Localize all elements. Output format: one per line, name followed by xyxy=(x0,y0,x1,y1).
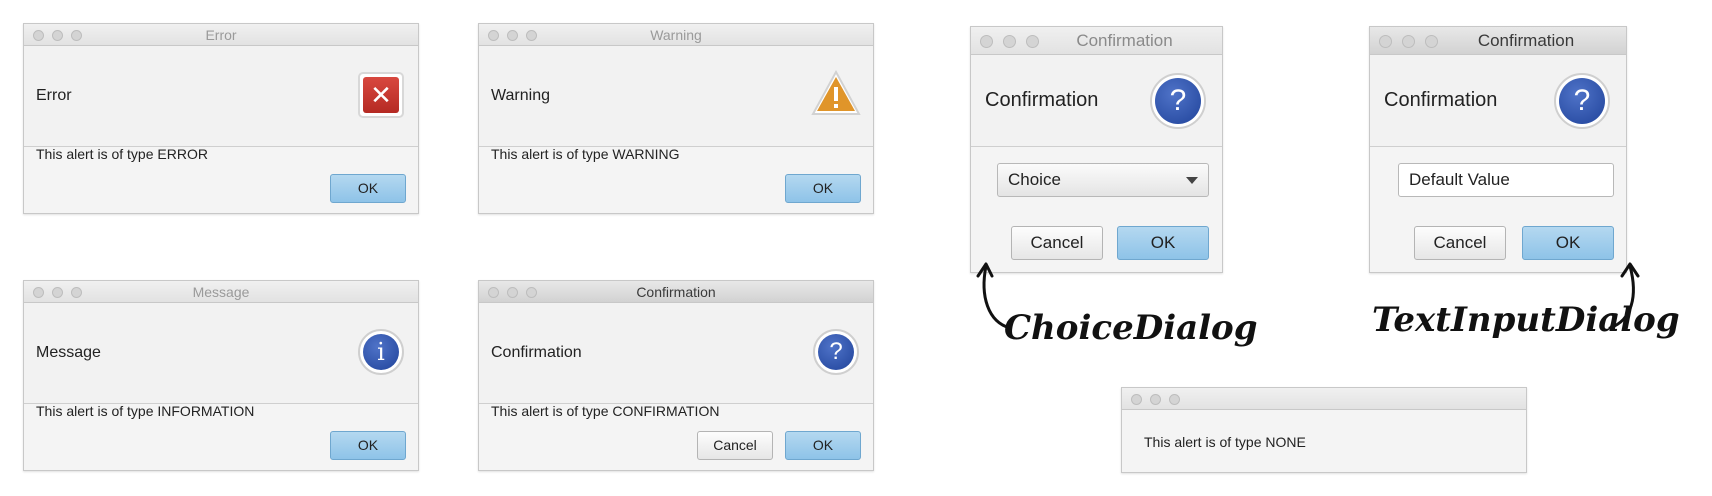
question-icon: ? xyxy=(813,329,859,375)
minimize-window-button[interactable] xyxy=(1402,35,1415,48)
cancel-button[interactable]: Cancel xyxy=(697,431,773,460)
question-icon: ? xyxy=(1554,73,1610,129)
text-input-value: Default Value xyxy=(1409,170,1510,189)
message-dialog-content: This alert is of type INFORMATION xyxy=(36,403,255,419)
warning-dialog-content: This alert is of type WARNING xyxy=(491,146,680,162)
zoom-window-button[interactable] xyxy=(526,30,537,41)
minimize-window-button[interactable] xyxy=(507,30,518,41)
warning-icon xyxy=(811,70,861,115)
chevron-down-icon[interactable] xyxy=(1186,177,1198,184)
choice-dialog-titlebar[interactable]: Confirmation xyxy=(971,27,1222,55)
choice-dialog-annotation: ChoiceDialog xyxy=(1004,308,1258,348)
minimize-window-button[interactable] xyxy=(52,287,63,298)
choice-dialog-header-text: Confirmation xyxy=(985,89,1099,111)
error-dialog-header: Error ✕ xyxy=(24,46,418,147)
close-window-button[interactable] xyxy=(33,30,44,41)
message-dialog: Message Message i This alert is of type … xyxy=(23,280,419,471)
error-dialog-header-text: Error xyxy=(36,87,72,104)
confirmation-dialog-title: Confirmation xyxy=(636,284,716,300)
text-input-dialog-titlebar[interactable]: Confirmation xyxy=(1370,27,1626,55)
confirmation-dialog: Confirmation Confirmation ? This alert i… xyxy=(478,280,874,471)
minimize-window-button[interactable] xyxy=(1003,35,1016,48)
warning-dialog-header-text: Warning xyxy=(491,87,550,104)
close-window-button[interactable] xyxy=(980,35,993,48)
minimize-window-button[interactable] xyxy=(507,287,518,298)
close-window-button[interactable] xyxy=(33,287,44,298)
cancel-button[interactable]: Cancel xyxy=(1011,226,1103,260)
zoom-window-button[interactable] xyxy=(526,287,537,298)
message-dialog-header-text: Message xyxy=(36,344,101,361)
error-dialog: Error Error ✕ This alert is of type ERRO… xyxy=(23,23,419,214)
window-controls xyxy=(1379,35,1438,48)
window-controls xyxy=(488,287,537,298)
message-dialog-header: Message i xyxy=(24,303,418,404)
choice-dialog-header: Confirmation ? xyxy=(971,55,1222,147)
ok-button[interactable]: OK xyxy=(1117,226,1209,260)
close-window-button[interactable] xyxy=(488,287,499,298)
warning-dialog: Warning Warning This alert is of type WA… xyxy=(478,23,874,214)
ok-button[interactable]: OK xyxy=(330,431,406,460)
confirmation-dialog-header: Confirmation ? xyxy=(479,303,873,404)
ok-button[interactable]: OK xyxy=(1522,226,1614,260)
message-dialog-titlebar[interactable]: Message xyxy=(24,281,418,303)
choice-selected-value: Choice xyxy=(1008,170,1061,189)
none-dialog: This alert is of type NONE xyxy=(1121,387,1527,473)
ok-button[interactable]: OK xyxy=(785,431,861,460)
warning-dialog-titlebar[interactable]: Warning xyxy=(479,24,873,46)
zoom-window-button[interactable] xyxy=(71,287,82,298)
confirmation-dialog-content: This alert is of type CONFIRMATION xyxy=(491,403,720,419)
warning-dialog-title: Warning xyxy=(650,27,702,43)
choice-combo-box[interactable]: Choice xyxy=(997,163,1209,197)
ok-button[interactable]: OK xyxy=(330,174,406,203)
choice-dialog-title: Confirmation xyxy=(1076,31,1173,50)
window-controls xyxy=(488,30,537,41)
information-icon: i xyxy=(358,329,404,375)
ok-button[interactable]: OK xyxy=(785,174,861,203)
minimize-window-button[interactable] xyxy=(1150,394,1161,405)
cancel-button[interactable]: Cancel xyxy=(1414,226,1506,260)
text-input-dialog: Confirmation Confirmation ? Default Valu… xyxy=(1369,26,1627,273)
text-input-field[interactable]: Default Value xyxy=(1398,163,1614,197)
text-input-dialog-annotation: TextInputDialog xyxy=(1372,300,1680,340)
zoom-window-button[interactable] xyxy=(1425,35,1438,48)
confirmation-dialog-titlebar[interactable]: Confirmation xyxy=(479,281,873,303)
confirmation-dialog-header-text: Confirmation xyxy=(491,344,582,361)
close-window-button[interactable] xyxy=(1379,35,1392,48)
text-input-dialog-header: Confirmation ? xyxy=(1370,55,1626,147)
minimize-window-button[interactable] xyxy=(52,30,63,41)
none-dialog-content: This alert is of type NONE xyxy=(1144,434,1306,450)
warning-dialog-header: Warning xyxy=(479,46,873,147)
error-dialog-titlebar[interactable]: Error xyxy=(24,24,418,46)
choice-dialog: Confirmation Confirmation ? Choice Cance… xyxy=(970,26,1223,273)
zoom-window-button[interactable] xyxy=(1169,394,1180,405)
error-icon: ✕ xyxy=(358,72,404,118)
error-dialog-title: Error xyxy=(205,27,237,43)
window-controls xyxy=(33,30,82,41)
zoom-window-button[interactable] xyxy=(1026,35,1039,48)
close-window-button[interactable] xyxy=(1131,394,1142,405)
error-dialog-content: This alert is of type ERROR xyxy=(36,146,208,162)
window-controls xyxy=(1131,394,1180,405)
close-window-button[interactable] xyxy=(488,30,499,41)
none-dialog-titlebar[interactable] xyxy=(1122,388,1526,410)
text-input-dialog-title: Confirmation xyxy=(1477,31,1575,50)
window-controls xyxy=(33,287,82,298)
window-controls xyxy=(980,35,1039,48)
message-dialog-title: Message xyxy=(192,284,250,300)
text-input-dialog-header-text: Confirmation xyxy=(1384,89,1498,111)
question-icon: ? xyxy=(1150,73,1206,129)
zoom-window-button[interactable] xyxy=(71,30,82,41)
